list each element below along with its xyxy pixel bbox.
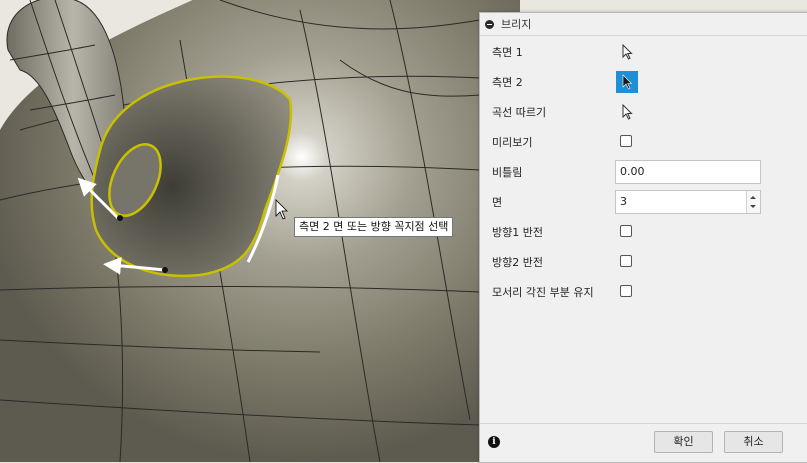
- ok-button[interactable]: 확인: [654, 431, 713, 453]
- selection-tooltip: 측면 2 면 또는 방향 꼭지점 선택: [294, 217, 454, 237]
- dialog-title: 브리지: [501, 18, 532, 31]
- row-follow-curve: 곡선 따르기: [480, 100, 807, 124]
- row-keep-creases: 모서리 각진 부분 유지: [480, 280, 807, 304]
- side-2-label: 측면 2: [492, 76, 523, 89]
- row-flip-direction-2: 방향2 반전: [480, 250, 807, 274]
- spinner-buttons[interactable]: [746, 191, 760, 213]
- vertex-marker: [117, 215, 123, 221]
- side-1-select-button[interactable]: [616, 41, 638, 63]
- select-cursor-icon: [622, 74, 633, 90]
- keep-creases-label: 모서리 각진 부분 유지: [492, 286, 594, 299]
- row-faces: 면 3: [480, 190, 807, 214]
- keep-creases-checkbox[interactable]: [620, 285, 632, 297]
- spinner-up-icon[interactable]: [750, 196, 756, 199]
- row-side-2: 측면 2: [480, 70, 807, 94]
- follow-curve-select-button[interactable]: [616, 101, 638, 123]
- twist-input[interactable]: 0.00: [615, 160, 761, 184]
- faces-label: 면: [492, 196, 503, 209]
- row-twist: 비틀림 0.00: [480, 160, 807, 184]
- side-2-select-button[interactable]: [616, 71, 638, 93]
- row-flip-direction-1: 방향1 반전: [480, 220, 807, 244]
- follow-curve-label: 곡선 따르기: [492, 106, 547, 119]
- dialog-footer: i 확인 취소: [480, 423, 807, 462]
- row-preview: 미리보기: [480, 130, 807, 154]
- preview-checkbox[interactable]: [620, 135, 632, 147]
- dialog-header: 브리지: [480, 13, 807, 36]
- flip-direction-1-label: 방향1 반전: [492, 226, 543, 239]
- cancel-button[interactable]: 취소: [724, 431, 783, 453]
- twist-label: 비틀림: [492, 166, 523, 179]
- select-cursor-icon: [622, 104, 633, 120]
- preview-label: 미리보기: [492, 136, 533, 149]
- flip-direction-1-checkbox[interactable]: [620, 225, 632, 237]
- bridge-dialog: 브리지 측면 1 측면 2 곡선 따르기 미리보기 비틀림 0.00 면 3 방…: [479, 12, 807, 463]
- faces-value: 3: [620, 195, 627, 208]
- flip-direction-2-checkbox[interactable]: [620, 255, 632, 267]
- row-side-1: 측면 1: [480, 40, 807, 64]
- vertex-marker: [162, 267, 168, 273]
- spinner-down-icon[interactable]: [750, 205, 756, 208]
- faces-spinner[interactable]: 3: [615, 190, 761, 214]
- collapse-icon[interactable]: [485, 19, 494, 29]
- info-icon[interactable]: i: [488, 436, 500, 448]
- select-cursor-icon: [622, 44, 633, 60]
- side-1-label: 측면 1: [492, 46, 523, 59]
- flip-direction-2-label: 방향2 반전: [492, 256, 543, 269]
